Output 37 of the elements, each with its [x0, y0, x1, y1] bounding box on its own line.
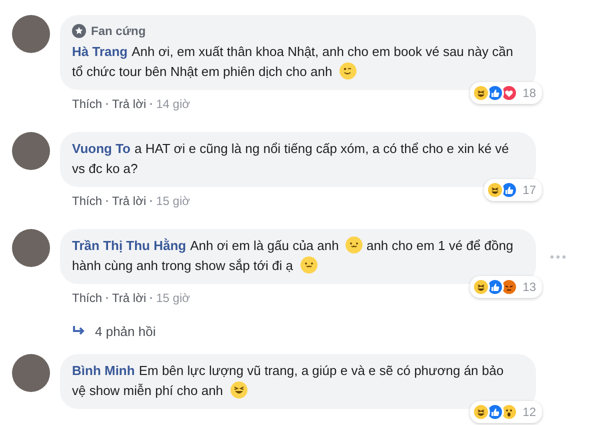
haha-reaction-icon [486, 181, 504, 199]
author-name[interactable]: Vuong To [72, 141, 130, 156]
reaction-count: 17 [522, 182, 536, 199]
action-link[interactable]: Thích [72, 289, 102, 307]
comment-text: Hà Trang Anh ơi, em xuất thân khoa Nhật, anh cho em book vé sau này cần tổ chức tour bên Nhật em phiên dịch cho anh [72, 43, 514, 82]
timestamp: 15 giờ [156, 290, 190, 307]
avatar-placeholder[interactable] [12, 229, 50, 267]
author-name[interactable]: Trần Thị Thu Hằng [72, 238, 186, 253]
avatar-placeholder[interactable] [12, 15, 50, 53]
emoji-icon [345, 236, 364, 254]
reaction-count: 13 [522, 279, 536, 296]
avatar-placeholder[interactable] [12, 354, 50, 392]
comment-text: Bình Minh Em bên lực lượng vũ trang, a giúp e và e sẽ có phương án bảo vệ show miễn phí cho anh [72, 362, 505, 400]
haha-reaction-icon [472, 278, 490, 296]
replies-link[interactable]: 4 phản hồi [95, 322, 156, 342]
haha-reaction-icon [472, 402, 490, 420]
action-link[interactable]: Thích [72, 95, 102, 113]
emoji-icon [338, 62, 357, 80]
avatar-placeholder[interactable] [12, 132, 50, 170]
emoji-icon [230, 380, 248, 398]
action-link[interactable]: Trả lời [112, 192, 146, 210]
author-name[interactable]: Hà Trang [72, 44, 128, 59]
comment-text: Trần Thị Thu Hằng Anh ơi em là gấu của anh anh cho em 1 vé để đồng hành cùng anh trong show sắp tới đi ạ [72, 236, 514, 276]
timestamp: 14 giờ [156, 96, 190, 113]
timestamp: 15 giờ [156, 193, 190, 210]
emoji-icon [300, 256, 318, 274]
action-link[interactable]: Trả lời [112, 289, 146, 307]
action-link[interactable]: Trả lời [112, 95, 146, 113]
action-link[interactable]: Thích [72, 192, 102, 210]
star-badge-icon [72, 24, 86, 38]
reaction-count: 18 [522, 85, 536, 102]
comment-text: Vuong To a HAT ơi e cũng là ng nổi tiếng cấp xóm, a có thể cho e xin ké vé vs đc ko a? [72, 140, 510, 178]
badge-label: Fan cứng [91, 23, 146, 40]
reaction-count: 12 [522, 404, 536, 420]
reply-arrow-icon [72, 326, 85, 338]
haha-reaction-icon [472, 84, 490, 102]
author-name[interactable]: Bình Minh [72, 362, 135, 378]
